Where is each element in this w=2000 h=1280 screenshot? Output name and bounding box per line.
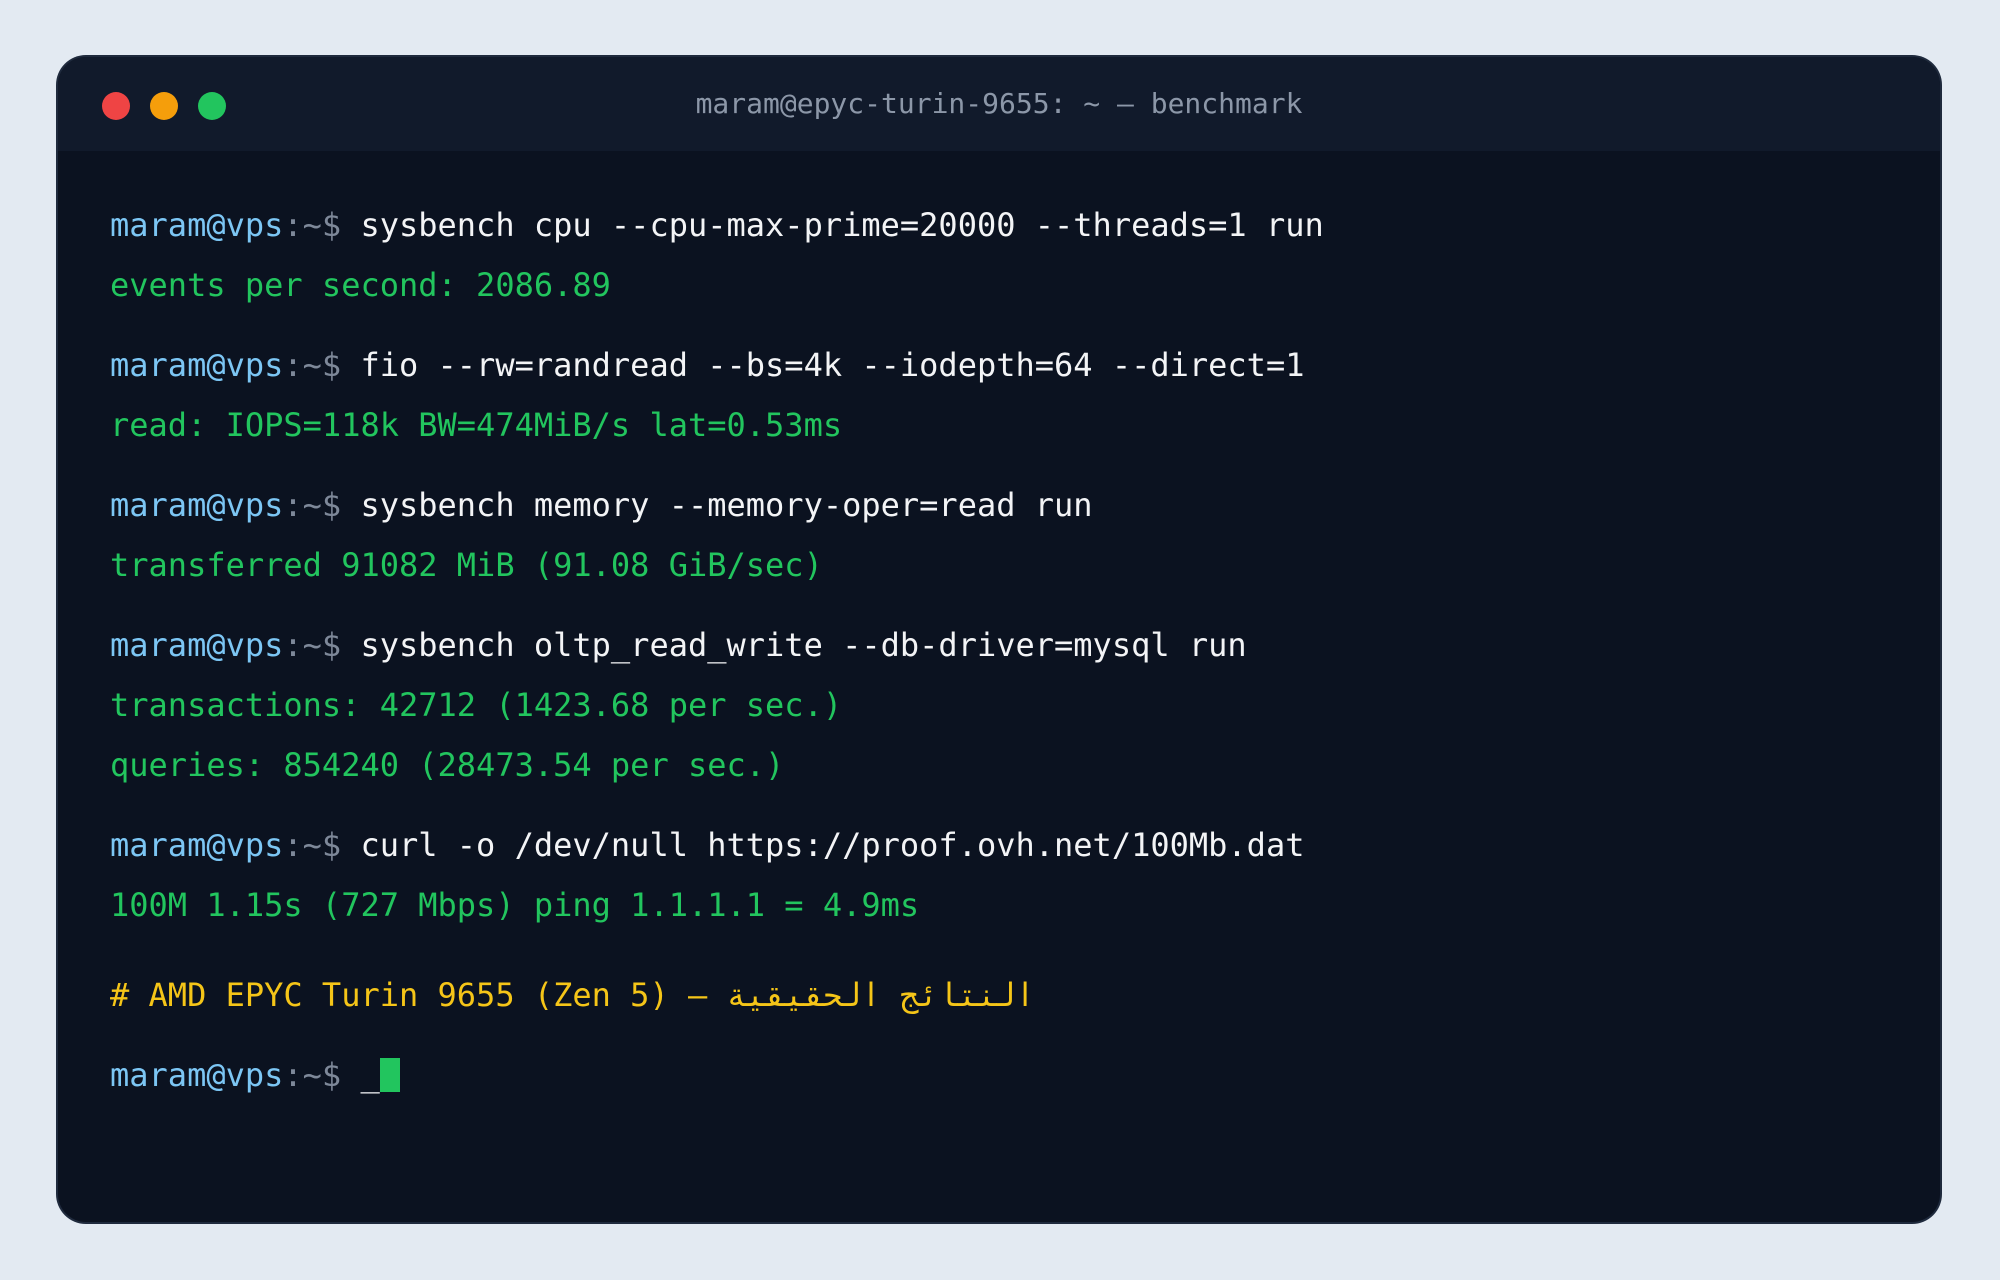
- title-bar: maram@epyc-turin-9655: ~ — benchmark: [58, 57, 1940, 151]
- command-line: maram@vps:~$ curl -o /dev/null https://p…: [110, 815, 1900, 875]
- window-title: maram@epyc-turin-9655: ~ — benchmark: [695, 87, 1303, 120]
- command-line: maram@vps:~$ sysbench cpu --cpu-max-prim…: [110, 195, 1900, 255]
- output-line: events per second: 2086.89: [110, 266, 611, 304]
- prompt-path: :~$: [283, 626, 342, 664]
- prompt-path: :~$: [283, 1056, 342, 1094]
- command-text: sysbench memory --memory-oper=read run: [360, 486, 1093, 524]
- command-text: sysbench cpu --cpu-max-prime=20000 --thr…: [360, 206, 1324, 244]
- command-line: maram@vps:~$ sysbench oltp_read_write --…: [110, 615, 1900, 675]
- output-line: 100M 1.15s (727 Mbps) ping 1.1.1.1 = 4.9…: [110, 886, 920, 924]
- command-text: curl -o /dev/null https://proof.ovh.net/…: [360, 826, 1305, 864]
- terminal-output[interactable]: maram@vps:~$ sysbench cpu --cpu-max-prim…: [110, 195, 1900, 1105]
- cursor-underscore: _: [360, 1056, 380, 1094]
- command-text: sysbench oltp_read_write --db-driver=mys…: [360, 626, 1247, 664]
- output-line: read: IOPS=118k BW=474MiB/s lat=0.53ms: [110, 406, 843, 444]
- prompt-path: :~$: [283, 826, 342, 864]
- prompt-path: :~$: [283, 206, 342, 244]
- prompt-user: maram@vps: [110, 1056, 284, 1094]
- prompt-path: :~$: [283, 486, 342, 524]
- output-line: queries: 854240 (28473.54 per sec.): [110, 746, 785, 784]
- output-line: transactions: 42712 (1423.68 per sec.): [110, 686, 843, 724]
- prompt-path: :~$: [283, 346, 342, 384]
- prompt-user: maram@vps: [110, 486, 284, 524]
- command-text: fio --rw=randread --bs=4k --iodepth=64 -…: [360, 346, 1305, 384]
- command-line: maram@vps:~$ fio --rw=randread --bs=4k -…: [110, 335, 1900, 395]
- prompt-user: maram@vps: [110, 826, 284, 864]
- comment-line: # AMD EPYC Turin 9655 (Zen 5) — النتائج …: [110, 976, 1035, 1014]
- text-cursor: [379, 1058, 400, 1092]
- command-line: maram@vps:~$ sysbench memory --memory-op…: [110, 475, 1900, 535]
- active-prompt-line[interactable]: maram@vps:~$ _: [110, 1045, 1900, 1105]
- prompt-user: maram@vps: [110, 626, 284, 664]
- prompt-user: maram@vps: [110, 346, 284, 384]
- terminal-window: maram@epyc-turin-9655: ~ — benchmark mar…: [58, 57, 1940, 1222]
- output-line: transferred 91082 MiB (91.08 GiB/sec): [110, 546, 823, 584]
- prompt-user: maram@vps: [110, 206, 284, 244]
